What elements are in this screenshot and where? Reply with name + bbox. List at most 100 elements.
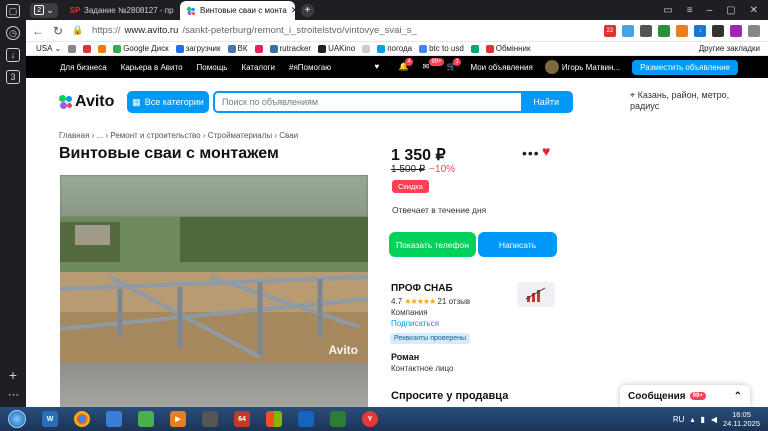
- url-field[interactable]: https://www.avito.ru/sankt-peterburg/rem…: [92, 25, 422, 36]
- new-tab-button[interactable]: +: [301, 3, 314, 17]
- write-message-button[interactable]: Написать: [478, 232, 557, 257]
- topbar-link-career[interactable]: Карьера в Авито: [121, 63, 183, 72]
- taskbar-app[interactable]: [324, 408, 352, 430]
- favorites-heart-icon[interactable]: ♥: [374, 62, 386, 73]
- seller-rating[interactable]: 4.7 ★★★★★ 21 отзыв: [391, 297, 470, 306]
- lock-icon[interactable]: 🔒: [70, 25, 86, 36]
- more-icon[interactable]: ⋯: [8, 388, 19, 401]
- tab-task[interactable]: SP Задание №2808127 - про: [64, 2, 174, 19]
- taskbar-app[interactable]: 64: [228, 408, 256, 430]
- place-ad-button[interactable]: Разместить объявление: [632, 59, 738, 75]
- bookmark-icon[interactable]: [98, 44, 107, 53]
- verified-badge: Реквизиты проверены: [390, 333, 471, 344]
- bookmark-item[interactable]: btc to usd: [419, 44, 464, 53]
- bookmark-item[interactable]: rutracker: [269, 44, 311, 53]
- bookmark-item[interactable]: Google Диск: [113, 44, 169, 53]
- tabs-icon[interactable]: ▢: [6, 4, 20, 18]
- menu-icon[interactable]: ≡: [687, 5, 693, 16]
- messages-icon[interactable]: ✉ 99+: [422, 57, 444, 73]
- bookmark-item[interactable]: ВК: [227, 44, 248, 53]
- bookmark-item[interactable]: загрузчик: [175, 44, 221, 53]
- cart-icon[interactable]: 🛒 1: [446, 57, 461, 73]
- taskbar-app[interactable]: W: [36, 408, 64, 430]
- taskbar-app[interactable]: Y: [356, 408, 384, 430]
- maximize-icon[interactable]: ▢: [726, 5, 735, 16]
- subscribe-link[interactable]: Подписаться: [391, 319, 439, 328]
- breadcrumb[interactable]: Главная › ... › Ремонт и строительство ›…: [59, 131, 298, 140]
- messages-label: Сообщения: [628, 390, 686, 402]
- bookmark-icon[interactable]: [362, 44, 371, 53]
- user-name: Игорь Матвин...: [561, 62, 621, 72]
- back-icon[interactable]: ←: [30, 24, 46, 38]
- bookmark-item[interactable]: Обмінник: [485, 44, 531, 53]
- ext-vpn-icon[interactable]: [658, 24, 670, 37]
- close-window-icon[interactable]: ✕: [750, 5, 758, 16]
- collections-icon[interactable]: 3: [6, 70, 20, 84]
- address-bar: ← ↻ 🔒 https://www.avito.ru/sankt-peterbu…: [26, 20, 768, 42]
- tab-counter-button[interactable]: 2 ⌄: [30, 2, 58, 18]
- user-menu[interactable]: Игорь Матвин...: [544, 60, 621, 74]
- tray-arrow-icon[interactable]: ▴: [690, 415, 694, 424]
- taskbar-app[interactable]: ▶: [164, 408, 192, 430]
- avito-logo[interactable]: Avito: [59, 93, 114, 111]
- ext-mail-icon[interactable]: 22: [604, 24, 616, 37]
- volume-icon[interactable]: ◀: [711, 415, 717, 424]
- more-options-icon[interactable]: •••: [522, 145, 540, 161]
- taskbar-app[interactable]: [68, 408, 96, 430]
- minimize-icon[interactable]: –: [707, 5, 713, 16]
- listing-photo[interactable]: Avito: [60, 175, 368, 407]
- downloads-icon[interactable]: ↓: [6, 48, 20, 62]
- bookmark-item[interactable]: UAKino: [318, 44, 355, 53]
- bookmark-icon[interactable]: [470, 44, 479, 53]
- bookmarks-panel-icon[interactable]: ▭: [663, 5, 672, 16]
- seller-logo[interactable]: [517, 282, 555, 307]
- notifications-icon[interactable]: 🔔 4: [398, 57, 413, 73]
- search-input[interactable]: Поиск по объявлениям: [215, 97, 521, 107]
- show-phone-button[interactable]: Показать телефон: [389, 232, 476, 257]
- taskbar-app[interactable]: [132, 408, 160, 430]
- ext-shield-icon[interactable]: [730, 24, 742, 37]
- ext-puzzle-icon[interactable]: [640, 24, 652, 37]
- bookmark-icon[interactable]: [68, 44, 77, 53]
- network-icon[interactable]: ▮: [700, 415, 704, 424]
- language-indicator[interactable]: RU: [673, 415, 685, 424]
- seller-name[interactable]: ПРОФ СНАБ: [391, 283, 453, 294]
- topbar-right: ♥ 🔔 4 ✉ 99+ 🛒 1 Мои объявления Игорь Матвин…: [374, 57, 768, 75]
- taskbar-app[interactable]: [100, 408, 128, 430]
- bookmark-label: Google Диск: [123, 44, 169, 53]
- bookmark-item[interactable]: USA ⌄: [36, 44, 61, 53]
- ext-cloud-icon[interactable]: [622, 24, 634, 37]
- start-button[interactable]: [2, 408, 32, 430]
- all-categories-button[interactable]: ▦ Все категории: [127, 91, 209, 113]
- topbar-link-help[interactable]: Помощь: [197, 63, 228, 72]
- topbar-link-help-others[interactable]: #яПомогаю: [289, 63, 331, 72]
- topbar-link-business[interactable]: Для бизнеса: [60, 63, 107, 72]
- reload-icon[interactable]: ↻: [50, 24, 66, 38]
- ext-adblock-icon[interactable]: [712, 24, 724, 37]
- tab-avito-active[interactable]: Винтовые сваи с монта ✕: [180, 1, 295, 20]
- taskbar-app[interactable]: [196, 408, 224, 430]
- other-bookmarks[interactable]: Другие закладки: [699, 44, 768, 53]
- avito-watermark: Avito: [328, 343, 358, 357]
- my-ads-link[interactable]: Мои объявления: [470, 63, 532, 72]
- chevron-up-icon[interactable]: ⌃: [734, 391, 742, 402]
- tab-label: Винтовые сваи с монта: [200, 6, 287, 15]
- topbar-link-catalogs[interactable]: Каталоги: [241, 63, 275, 72]
- add-panel-icon[interactable]: +: [9, 367, 17, 383]
- taskbar-app[interactable]: [292, 408, 320, 430]
- taskbar-app[interactable]: [260, 408, 288, 430]
- bookmark-item[interactable]: погода: [377, 44, 412, 53]
- messages-widget[interactable]: Сообщения 99+ ⌃: [620, 385, 750, 407]
- discount-percent: −10%: [429, 164, 456, 175]
- search-button[interactable]: Найти: [521, 93, 571, 111]
- ext-download-icon[interactable]: ↓: [694, 24, 706, 37]
- close-tab-icon[interactable]: ✕: [291, 5, 295, 16]
- favorite-heart-icon[interactable]: ♥: [542, 143, 550, 159]
- clock[interactable]: 16:05 24.11.2025: [723, 410, 760, 428]
- history-icon[interactable]: ◷: [6, 26, 20, 40]
- location-selector[interactable]: ⌖ Казань, район, метро, радиус: [630, 90, 740, 112]
- bookmark-icon[interactable]: [83, 44, 92, 53]
- ext-translate-icon[interactable]: [676, 24, 688, 37]
- ext-more-icon[interactable]: [748, 24, 760, 37]
- bookmark-icon[interactable]: [254, 44, 263, 53]
